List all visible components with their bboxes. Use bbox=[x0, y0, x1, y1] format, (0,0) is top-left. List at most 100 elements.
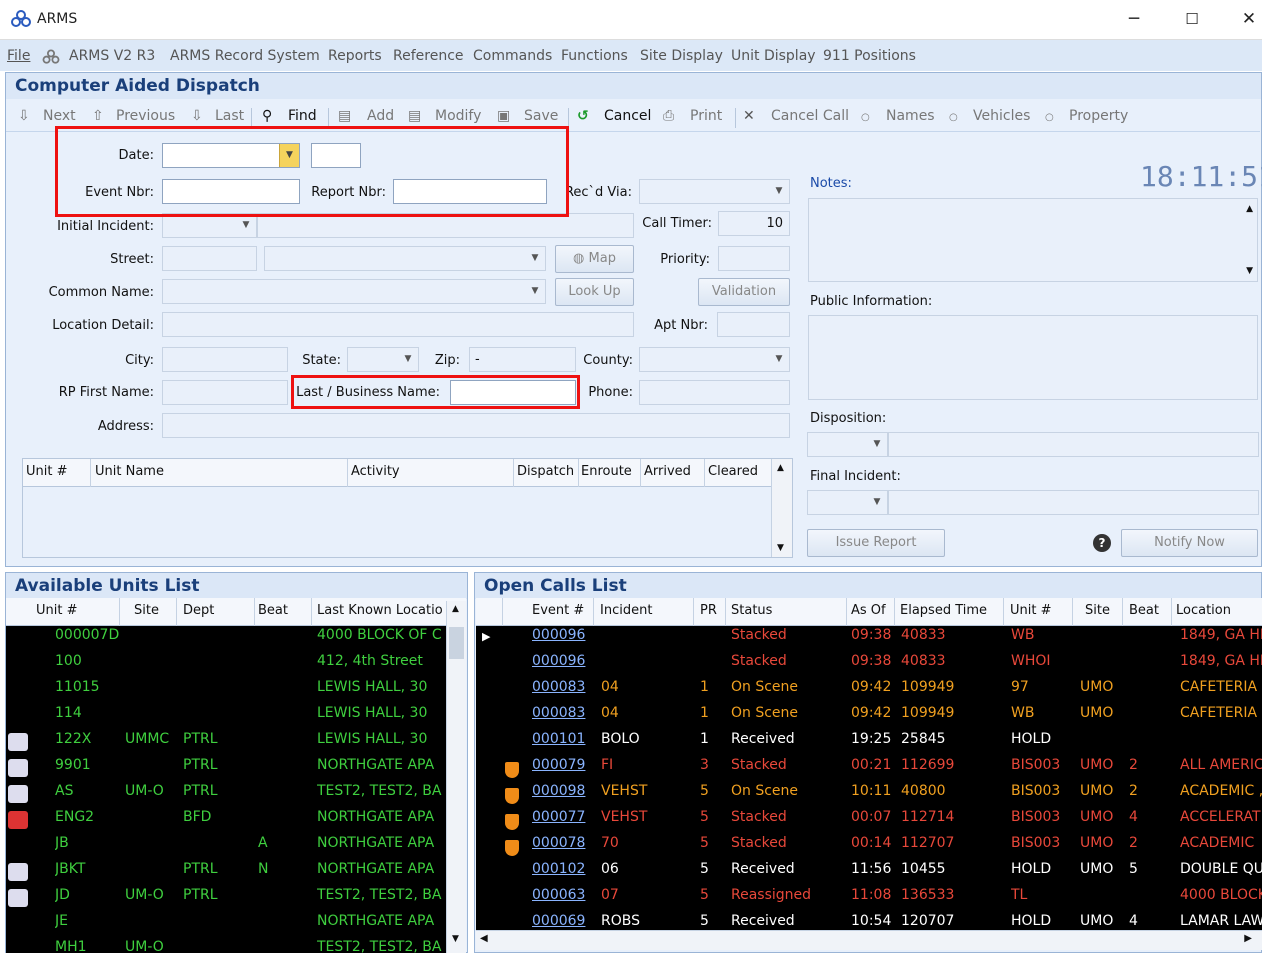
maximize-button[interactable]: ☐ bbox=[1180, 8, 1204, 32]
unit-row[interactable]: JBKT PTRL N NORTHGATE APA bbox=[6, 860, 446, 886]
last-business-name-field[interactable] bbox=[450, 380, 576, 405]
unit-row[interactable]: 114 LEWIS HALL, 30 bbox=[6, 704, 446, 730]
print-button[interactable]: Print bbox=[690, 108, 722, 124]
col-dept[interactable]: Dept bbox=[183, 603, 214, 618]
scroll-down-icon[interactable]: ▼ bbox=[1246, 266, 1253, 276]
names-button[interactable]: Names bbox=[886, 108, 935, 124]
scroll-up-icon[interactable]: ▲ bbox=[452, 604, 459, 614]
scroll-down-icon[interactable]: ▼ bbox=[452, 934, 459, 944]
menu-911-positions[interactable]: 911 Positions bbox=[823, 48, 916, 64]
vehicles-button[interactable]: Vehicles bbox=[973, 108, 1030, 124]
col-pr[interactable]: PR bbox=[700, 603, 717, 618]
state-select[interactable]: ▼ bbox=[347, 347, 419, 372]
look-up-button[interactable]: Look Up bbox=[555, 278, 634, 306]
calendar-dropdown-icon[interactable]: ▼ bbox=[279, 144, 299, 167]
close-button[interactable]: ✕ bbox=[1237, 8, 1261, 32]
menu-reference[interactable]: Reference bbox=[393, 48, 464, 64]
scroll-down-icon[interactable]: ▼ bbox=[777, 543, 784, 553]
add-button[interactable]: Add bbox=[367, 108, 394, 124]
location-detail-field[interactable] bbox=[162, 312, 634, 337]
phone-field[interactable] bbox=[639, 380, 790, 405]
property-button[interactable]: Property bbox=[1069, 108, 1128, 124]
final-incident-select[interactable]: ▼ bbox=[807, 490, 888, 515]
unit-row[interactable]: 100 412, 4th Street bbox=[6, 652, 446, 678]
col-site[interactable]: Site bbox=[1085, 603, 1110, 618]
disposition-description[interactable] bbox=[888, 432, 1259, 457]
col-cleared[interactable]: Cleared bbox=[708, 464, 758, 479]
call-row[interactable]: ▶ 000096 Stacked 09:38 40833 WB 1849, GA HI bbox=[476, 626, 1262, 652]
unit-row[interactable]: JE NORTHGATE APA bbox=[6, 912, 446, 938]
col-location[interactable]: Location bbox=[1176, 603, 1231, 618]
street-number-field[interactable] bbox=[162, 246, 257, 271]
menu-functions[interactable]: Functions bbox=[561, 48, 628, 64]
unit-row[interactable]: JB A NORTHGATE APA bbox=[6, 834, 446, 860]
menu-record-system[interactable]: ARMS Record System bbox=[170, 48, 320, 64]
last-button[interactable]: Last bbox=[215, 108, 244, 124]
col-beat[interactable]: Beat bbox=[258, 603, 288, 618]
col-arrived[interactable]: Arrived bbox=[644, 464, 691, 479]
col-as-of[interactable]: As Of bbox=[851, 603, 886, 618]
menu-site-display[interactable]: Site Display bbox=[640, 48, 723, 64]
menu-file[interactable]: File bbox=[7, 48, 30, 64]
call-row[interactable]: 000078 70 5 Stacked 00:14 112707 BIS003 UMO 2 ACA… bbox=[476, 834, 1262, 860]
calls-horizontal-scrollbar[interactable]: ◀ ▶ bbox=[476, 930, 1262, 950]
initial-incident-select[interactable]: ▼ bbox=[162, 213, 257, 238]
notify-now-button[interactable]: Notify Now bbox=[1121, 529, 1258, 557]
call-row[interactable]: 000079 FI 3 Stacked 00:21 112699 BIS003 UMO 2 ALL… bbox=[476, 756, 1262, 782]
col-enroute[interactable]: Enroute bbox=[581, 464, 632, 479]
date-field[interactable]: ▼ bbox=[162, 143, 300, 168]
unit-table-scrollbar[interactable]: ▲ ▼ bbox=[771, 459, 792, 557]
validation-button[interactable]: Validation bbox=[698, 278, 790, 306]
scroll-left-icon[interactable]: ◀ bbox=[480, 933, 488, 944]
help-icon[interactable]: ? bbox=[1093, 534, 1111, 552]
col-last-known-location[interactable]: Last Known Locatio bbox=[317, 603, 443, 618]
map-button[interactable]: ◍ Map bbox=[555, 245, 634, 273]
unit-row[interactable]: AS UM-O PTRL TEST2, TEST2, BA bbox=[6, 782, 446, 808]
call-row[interactable]: 000069 ROBS 5 Received 10:54 120707 HOLD UMO 4 LA… bbox=[476, 912, 1262, 930]
notes-field[interactable]: ▲ ▼ bbox=[808, 198, 1258, 282]
apt-nbr-field[interactable] bbox=[717, 312, 790, 337]
initial-incident-description[interactable] bbox=[257, 213, 634, 238]
call-row[interactable]: 000096 Stacked 09:38 40833 WHOI 1849, GA HI bbox=[476, 652, 1262, 678]
event-nbr-field[interactable] bbox=[162, 179, 300, 204]
zip-field[interactable]: - bbox=[469, 347, 576, 372]
cancel-call-button[interactable]: Cancel Call bbox=[771, 108, 849, 124]
call-row[interactable]: 000083 04 1 On Scene 09:42 109949 97 UMO CAFETER… bbox=[476, 678, 1262, 704]
call-row[interactable]: 000102 06 5 Received 11:56 10455 HOLD UMO 5 DOUBL… bbox=[476, 860, 1262, 886]
scroll-up-icon[interactable]: ▲ bbox=[1246, 204, 1253, 214]
public-info-field[interactable] bbox=[808, 315, 1258, 400]
call-row[interactable]: 000063 07 5 Reassigned 11:08 136533 TL 4000 BLO… bbox=[476, 886, 1262, 912]
unit-row[interactable]: ENG2 BFD NORTHGATE APA bbox=[6, 808, 446, 834]
col-beat[interactable]: Beat bbox=[1129, 603, 1159, 618]
next-button[interactable]: Next bbox=[43, 108, 76, 124]
time-field[interactable] bbox=[311, 143, 361, 168]
col-unit-name[interactable]: Unit Name bbox=[95, 464, 164, 479]
priority-field[interactable] bbox=[718, 246, 790, 271]
previous-button[interactable]: Previous bbox=[116, 108, 175, 124]
recd-via-select[interactable]: ▼ bbox=[639, 179, 790, 204]
col-incident[interactable]: Incident bbox=[600, 603, 652, 618]
units-scroll-thumb[interactable] bbox=[449, 627, 464, 659]
call-row[interactable]: 000101 BOLO 1 Received 19:25 25845 HOLD bbox=[476, 730, 1262, 756]
county-select[interactable]: ▼ bbox=[639, 347, 790, 372]
address-field[interactable] bbox=[162, 413, 790, 438]
disposition-select[interactable]: ▼ bbox=[807, 432, 888, 457]
menu-commands[interactable]: Commands bbox=[473, 48, 552, 64]
menu-unit-display[interactable]: Unit Display bbox=[731, 48, 816, 64]
issue-report-button[interactable]: Issue Report bbox=[807, 529, 945, 557]
unit-row[interactable]: 000007D 4000 BLOCK OF C bbox=[6, 626, 446, 652]
scroll-right-icon[interactable]: ▶ bbox=[1244, 933, 1252, 944]
unit-row[interactable]: 11015 LEWIS HALL, 30 bbox=[6, 678, 446, 704]
unit-row[interactable]: MH1 UM-O TEST2, TEST2, BA bbox=[6, 938, 446, 953]
call-row[interactable]: 000077 VEHST 5 Stacked 00:07 112714 BIS003 UMO 4… bbox=[476, 808, 1262, 834]
city-field[interactable] bbox=[162, 347, 288, 372]
call-row[interactable]: 000083 04 1 On Scene 09:42 109949 WB UMO CAFETER… bbox=[476, 704, 1262, 730]
unit-row[interactable]: JD UM-O PTRL TEST2, TEST2, BA bbox=[6, 886, 446, 912]
menu-arms-v2[interactable]: ARMS V2 R3 bbox=[69, 48, 155, 64]
scroll-up-icon[interactable]: ▲ bbox=[777, 463, 784, 473]
find-button[interactable]: Find bbox=[288, 108, 317, 124]
col-unit-number[interactable]: Unit # bbox=[26, 464, 68, 479]
col-elapsed-time[interactable]: Elapsed Time bbox=[900, 603, 987, 618]
col-unit[interactable]: Unit # bbox=[1010, 603, 1052, 618]
col-site[interactable]: Site bbox=[134, 603, 159, 618]
